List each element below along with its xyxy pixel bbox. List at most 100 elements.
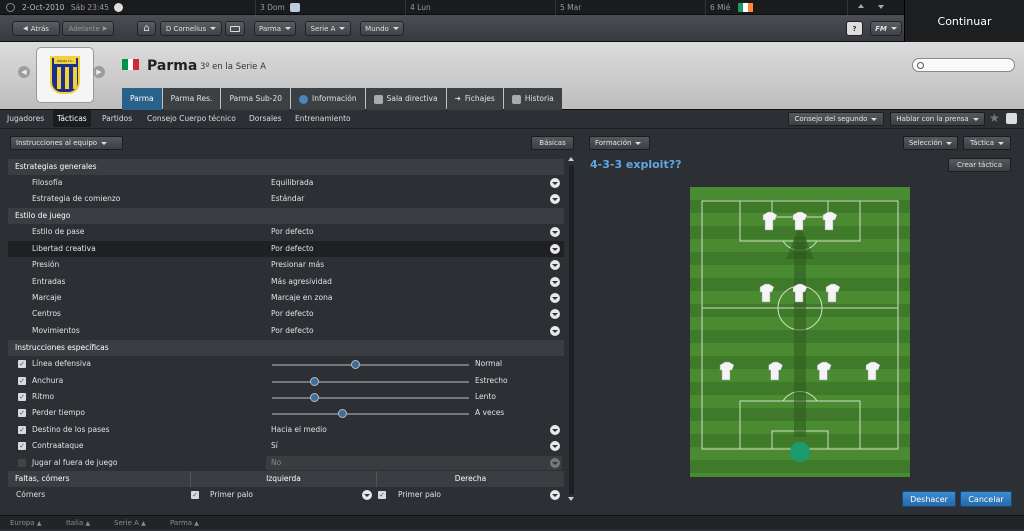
dropdown-arrow-icon[interactable] xyxy=(550,277,560,287)
subnav-tactics[interactable]: Tácticas xyxy=(53,110,91,127)
next-team-button[interactable]: ▶ xyxy=(93,66,105,78)
breadcrumb-item[interactable]: Parma ▲ xyxy=(170,516,199,530)
previous-team-button[interactable]: ◀ xyxy=(18,66,30,78)
checkbox[interactable] xyxy=(18,459,26,467)
chevron-down-icon[interactable] xyxy=(878,5,884,9)
dropdown-arrow-icon[interactable] xyxy=(362,490,372,500)
subnav-players[interactable]: Jugadores xyxy=(3,110,48,127)
checkbox[interactable]: ✓ xyxy=(18,426,26,434)
current-date[interactable]: 2-Oct-2010 Sáb 23:45 xyxy=(0,0,256,15)
instruction-row[interactable]: ✓ Contraataque Sí xyxy=(8,438,564,454)
notes-icon[interactable] xyxy=(1006,113,1017,124)
help-button[interactable]: ? xyxy=(846,21,863,36)
dropdown-arrow-icon[interactable] xyxy=(550,441,560,451)
club-menu[interactable]: Parma xyxy=(254,21,296,36)
checkbox[interactable]: ✓ xyxy=(18,442,26,450)
breadcrumb-item[interactable]: Italia ▲ xyxy=(66,516,90,530)
chevron-down-icon[interactable] xyxy=(568,497,574,501)
tab-information[interactable]: Información xyxy=(291,88,365,110)
checkbox[interactable]: ✓ xyxy=(191,491,199,499)
create-tactic-button[interactable]: Crear táctica xyxy=(948,158,1011,172)
tempo-slider[interactable] xyxy=(272,393,469,402)
fm-menu[interactable]: FM xyxy=(870,21,902,36)
dropdown-arrow-icon[interactable] xyxy=(550,326,560,336)
instruction-row[interactable]: Entradas Más agresividad xyxy=(8,274,564,290)
dropdown-arrow-icon[interactable] xyxy=(550,227,560,237)
checkbox[interactable]: ✓ xyxy=(378,491,386,499)
team-tabs: Parma Parma Res. Parma Sub-20 Informació… xyxy=(122,88,563,110)
instruction-row[interactable]: ✓ Destino de los pases Hacia el medio xyxy=(8,422,564,438)
tab-boardroom[interactable]: Sala directiva xyxy=(365,88,446,110)
formation-dropdown[interactable]: Formación xyxy=(589,136,650,150)
tab-parma-sub20[interactable]: Parma Sub-20 xyxy=(221,88,290,110)
slider-handle[interactable] xyxy=(350,360,360,369)
assistant-advice-button[interactable]: Consejo del segundo xyxy=(788,112,884,126)
slider-handle[interactable] xyxy=(309,377,319,386)
selection-dropdown[interactable]: Selección xyxy=(903,136,958,150)
checkbox[interactable]: ✓ xyxy=(18,360,26,368)
tab-parma-res[interactable]: Parma Res. xyxy=(162,88,221,110)
subnav-squad-numbers[interactable]: Dorsales xyxy=(245,110,286,127)
subnav-staff-advice[interactable]: Consejo Cuerpo técnico xyxy=(143,110,240,127)
tactic-dropdown[interactable]: Táctica xyxy=(963,136,1011,150)
forward-button[interactable]: Adelante ▶ xyxy=(62,21,114,36)
time-wasting-slider[interactable] xyxy=(272,409,469,418)
tab-parma[interactable]: Parma xyxy=(122,88,162,110)
tactics-pitch[interactable] xyxy=(690,187,910,477)
search-input[interactable] xyxy=(912,58,1015,72)
instruction-row[interactable]: Libertad creativa Por defecto xyxy=(8,241,564,257)
cancel-button[interactable]: Cancelar xyxy=(960,491,1012,507)
chevron-up-icon[interactable] xyxy=(858,4,864,8)
continue-button[interactable]: Continuar xyxy=(904,0,1024,42)
navigation-bar: ◀ Atrás Adelante ▶ ⌂ D Cornelius Parma Ser… xyxy=(0,15,904,42)
team-instructions-dropdown[interactable]: Instrucciones al equipo xyxy=(10,136,123,150)
instruction-row[interactable]: Presión Presionar más xyxy=(8,257,564,273)
calendar-day-1[interactable]: 3 Dom xyxy=(256,0,406,15)
breadcrumb-item[interactable]: Serie A ▲ xyxy=(114,516,146,530)
inbox-button[interactable] xyxy=(225,21,245,36)
checkbox[interactable]: ✓ xyxy=(18,409,26,417)
calendar-day-2[interactable]: 4 Lun xyxy=(406,0,556,15)
dropdown-arrow-icon[interactable] xyxy=(550,178,560,188)
defensive-line-slider[interactable] xyxy=(272,360,469,369)
dropdown-arrow-icon[interactable] xyxy=(550,309,560,319)
instruction-row[interactable]: Marcaje Marcaje en zona xyxy=(8,290,564,306)
dropdown-arrow-icon[interactable] xyxy=(550,293,560,303)
dropdown-arrow-icon[interactable] xyxy=(550,490,560,500)
undo-button[interactable]: Deshacer xyxy=(902,491,956,507)
basics-button[interactable]: Básicas xyxy=(531,136,574,150)
tab-transfers[interactable]: ➜ Fichajes xyxy=(446,88,503,110)
subnav-training[interactable]: Entrenamiento xyxy=(291,110,355,127)
back-button[interactable]: ◀ Atrás xyxy=(12,21,60,36)
pitch-svg xyxy=(690,187,910,477)
dropdown-arrow-icon[interactable] xyxy=(550,194,560,204)
instruction-row[interactable]: Centros Por defecto xyxy=(8,306,564,322)
slider-handle[interactable] xyxy=(337,409,347,418)
tab-history[interactable]: Historia xyxy=(503,88,562,110)
instruction-row[interactable]: Estilo de pase Por defecto xyxy=(8,224,564,240)
breadcrumb-item[interactable]: Europa ▲ xyxy=(10,516,41,530)
world-menu[interactable]: Mundo xyxy=(360,21,404,36)
calendar-day-4[interactable]: 6 Mié xyxy=(706,0,848,15)
home-button[interactable]: ⌂ xyxy=(137,21,156,36)
slider-handle[interactable] xyxy=(309,393,319,402)
dropdown-arrow-icon[interactable] xyxy=(550,260,560,270)
chevron-up-icon[interactable] xyxy=(568,157,574,161)
dropdown-arrow-icon[interactable] xyxy=(550,425,560,435)
width-slider[interactable] xyxy=(272,377,469,386)
checkbox[interactable]: ✓ xyxy=(18,377,26,385)
manager-menu[interactable]: D Cornelius xyxy=(160,21,222,36)
goalkeeper-player[interactable] xyxy=(790,442,810,462)
instruction-row[interactable]: Estrategia de comienzo Estándar xyxy=(8,191,564,207)
checkbox[interactable]: ✓ xyxy=(18,393,26,401)
subnav-matches[interactable]: Partidos xyxy=(98,110,136,127)
scrollbar[interactable] xyxy=(568,157,575,502)
instruction-row[interactable]: Filosofía Equilibrada xyxy=(8,175,564,191)
tactic-name[interactable]: 4-3-3 exploit?? xyxy=(590,158,681,171)
instruction-row[interactable]: Movimientos Por defecto xyxy=(8,323,564,339)
press-button[interactable]: Hablar con la prensa xyxy=(890,112,985,126)
league-menu[interactable]: Serie A xyxy=(305,21,351,36)
calendar-day-3[interactable]: 5 Mar xyxy=(556,0,706,15)
star-icon[interactable]: ★ xyxy=(989,111,1000,125)
dropdown-arrow-icon[interactable] xyxy=(550,244,560,254)
